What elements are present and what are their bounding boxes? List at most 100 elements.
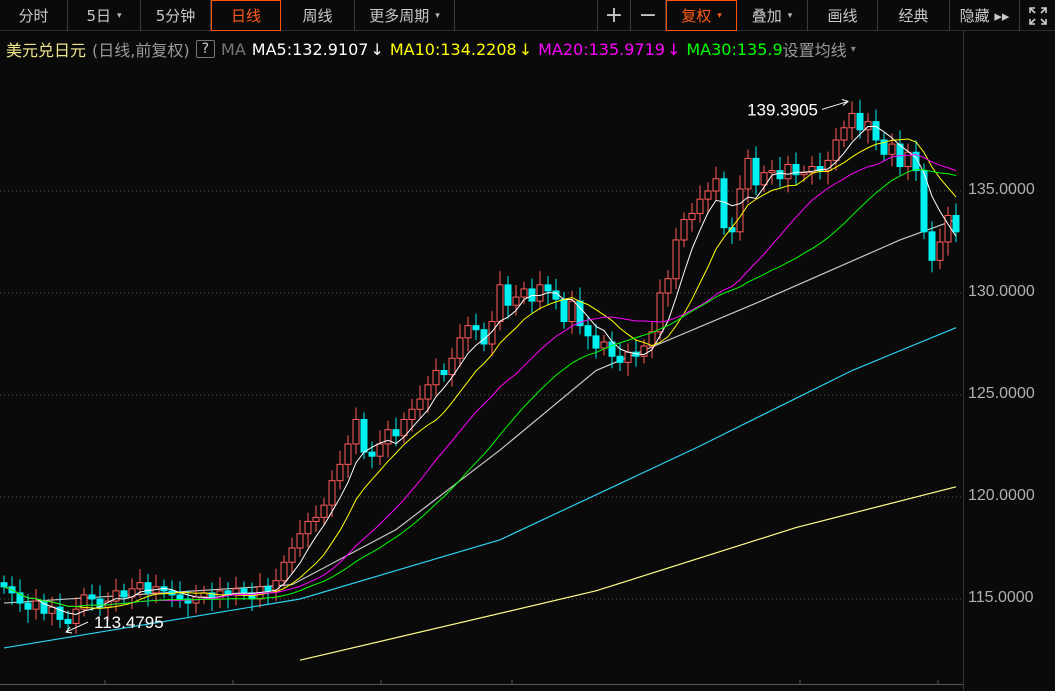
caret-down-icon: ▾ xyxy=(787,10,793,21)
candle-up xyxy=(904,151,912,168)
candle-down xyxy=(856,112,864,131)
candle-up xyxy=(336,463,344,482)
low-price-label: 113.4795 xyxy=(94,613,164,632)
candle-down xyxy=(24,602,32,610)
y-tick-label: 135.0000 xyxy=(968,181,1035,198)
candle-up xyxy=(384,429,392,445)
candle-down xyxy=(120,590,128,598)
zoom-out-button[interactable]: − xyxy=(631,0,666,31)
candle-up xyxy=(760,172,768,186)
candle-up xyxy=(696,198,704,214)
candle-up xyxy=(464,325,472,339)
candle-up xyxy=(344,443,352,465)
candlestick-chart[interactable]: 139.3905 113.4795 xyxy=(0,65,963,684)
y-tick-label: 130.0000 xyxy=(968,283,1035,300)
tab-daily[interactable]: 日线 xyxy=(211,0,281,31)
fullscreen-button[interactable] xyxy=(1020,0,1055,31)
arrow-icon xyxy=(821,98,850,110)
candle-up xyxy=(272,580,280,592)
candle-up xyxy=(704,190,712,200)
candle-up xyxy=(736,188,744,233)
fullscreen-icon xyxy=(1028,6,1047,25)
candle-up xyxy=(944,214,952,243)
candle-up xyxy=(296,533,304,549)
toolbar: 分时 5日 ▾ 5分钟 日线 周线 更多周期 ▾ + − 复权 ▾ 叠加 ▾ 画线 经典… xyxy=(0,0,1055,31)
candle-up xyxy=(744,157,752,190)
ma-settings-button[interactable]: 设置均线 xyxy=(783,37,847,61)
candle-down xyxy=(64,618,72,624)
candle-up xyxy=(568,300,576,323)
candle-up xyxy=(656,292,664,333)
candle-down xyxy=(592,335,600,349)
candle-up xyxy=(664,278,672,294)
draw-button[interactable]: 画线 xyxy=(808,0,878,31)
arrow-down-icon: ↓ xyxy=(666,39,681,59)
chart-mode: (日线,前复权) xyxy=(92,41,190,60)
candle-up xyxy=(376,443,384,457)
candle-up xyxy=(408,408,416,420)
caret-down-icon: ▾ xyxy=(850,43,856,55)
candle-down xyxy=(88,594,96,600)
candle-up xyxy=(312,516,320,522)
candle-down xyxy=(928,231,936,261)
candle-down xyxy=(368,451,376,457)
candle-up xyxy=(280,561,288,582)
candle-up xyxy=(680,219,688,241)
ma10-value: MA10:134.2208 xyxy=(389,39,517,59)
help-button[interactable]: ? xyxy=(195,40,216,58)
candle-down xyxy=(240,588,248,594)
overlay-button[interactable]: 叠加 ▾ xyxy=(737,0,808,31)
candle-up xyxy=(448,357,456,376)
candle-up xyxy=(456,337,464,359)
candle-up xyxy=(800,172,808,176)
candle-down xyxy=(752,157,760,186)
candle-down xyxy=(560,298,568,323)
candle-up xyxy=(496,284,504,323)
candle-down xyxy=(776,170,784,180)
candle-up xyxy=(600,341,608,349)
ma5-value: MA5:132.9107 xyxy=(251,39,369,59)
candle-up xyxy=(624,351,632,363)
ma20-line xyxy=(3,154,957,608)
y-tick-label: 125.0000 xyxy=(968,385,1035,402)
axis-divider xyxy=(963,31,964,691)
tab-5min[interactable]: 5分钟 xyxy=(141,0,211,31)
candle-up xyxy=(520,288,528,298)
hide-button[interactable]: 隐藏 ▸▸ xyxy=(950,0,1020,31)
candle-down xyxy=(544,284,552,292)
arrow-down-icon: ↓ xyxy=(518,39,533,59)
classic-button[interactable]: 经典 xyxy=(878,0,950,31)
tab-weekly[interactable]: 周线 xyxy=(281,0,355,31)
ma20-value: MA20:135.9719 xyxy=(538,39,665,59)
caret-down-icon: ▾ xyxy=(435,10,440,21)
adjust-button[interactable]: 复权 ▾ xyxy=(666,0,737,31)
candle-up xyxy=(488,321,496,345)
candle-up xyxy=(400,418,408,437)
candle-up xyxy=(712,178,720,192)
ma10-line xyxy=(3,138,957,609)
zoom-in-button[interactable]: + xyxy=(597,0,631,31)
candle-up xyxy=(832,139,840,161)
candle-up xyxy=(936,241,944,261)
tab-more-periods[interactable]: 更多周期 ▾ xyxy=(355,0,455,31)
candle-up xyxy=(352,418,360,445)
candle-up xyxy=(888,143,896,155)
time-axis xyxy=(0,684,963,685)
arrow-down-icon: ↓ xyxy=(370,39,384,59)
ma-label: MA xyxy=(221,39,246,59)
ma30-line xyxy=(3,169,957,608)
candle-up xyxy=(840,127,848,141)
candle-down xyxy=(504,284,512,306)
tab-intraday[interactable]: 分时 xyxy=(0,0,68,31)
ma120-line xyxy=(3,327,957,649)
candle-up xyxy=(672,239,680,280)
candle-up xyxy=(32,600,40,610)
candle-up xyxy=(424,384,432,400)
candle-up xyxy=(512,296,520,306)
caret-down-icon: ▾ xyxy=(717,10,722,21)
candle-down xyxy=(360,418,368,453)
candle-down xyxy=(472,325,480,331)
tab-5day[interactable]: 5日 ▾ xyxy=(68,0,141,31)
candle-down xyxy=(440,370,448,376)
candle-up xyxy=(304,520,312,535)
